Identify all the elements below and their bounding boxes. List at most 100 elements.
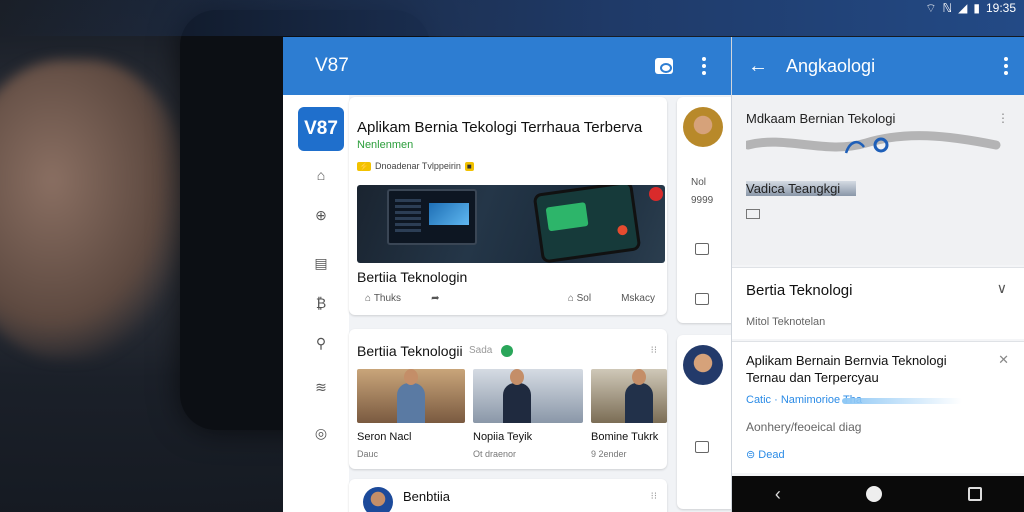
nav-home-icon[interactable] [866, 486, 883, 502]
gallery-item-label: Nopiia Teyik [473, 431, 533, 443]
status-time: 19:35 [985, 1, 1016, 15]
home-icon: ⌂ [316, 167, 326, 183]
verified-icon [501, 345, 513, 357]
gallery-sub: Sada [469, 345, 493, 356]
side-card[interactable]: Nol 9999 [677, 97, 731, 323]
featured-image [357, 185, 665, 263]
chart-icon [695, 293, 709, 305]
close-icon[interactable]: ✕ [998, 352, 1009, 368]
signal-icon: ◢ [958, 1, 968, 15]
read-button[interactable]: ⊜ Dead [746, 448, 785, 461]
globe-icon: ⊕ [315, 207, 327, 223]
featured-actions: ⌂ Thuks ➦ ⌂ Sol Mskacy [365, 293, 655, 304]
nav-recents-icon[interactable] [968, 487, 983, 501]
news-list-panel: V87 V87 ⌂ ⊕ ▤ ₿ ⚲ ≋ ◎ Aplikam Bernia Tek… [283, 37, 731, 512]
gallery-thumb[interactable] [591, 369, 667, 423]
featured-stat-right: Mskacy [621, 293, 655, 304]
detail-app-bar: ← Angkaologi [732, 37, 1024, 95]
detail-section-sub: Mitol Teknotelan [746, 316, 826, 328]
gallery-item-sub: Dauc [357, 449, 379, 459]
rail-home[interactable]: ⌂ [309, 167, 333, 183]
avatar [683, 345, 723, 385]
home-icon [695, 441, 709, 453]
phone-illustration [532, 185, 642, 263]
link-highlight [842, 398, 962, 404]
nav-back-icon[interactable]: ‹ [775, 484, 781, 505]
bitcoin-icon: ₿ [315, 295, 327, 311]
detail-section-title: Mdkaam Bernian Tekologi [746, 111, 896, 126]
nfc-icon: ℕ [942, 1, 953, 15]
search-icon: ⚲ [315, 335, 327, 351]
laptop-illustration [387, 189, 477, 245]
gallery-thumb[interactable] [473, 369, 583, 423]
rail-wifi[interactable]: ≋ [309, 379, 333, 396]
gallery-item-sub: 9 2ender [591, 449, 627, 459]
checkbox-icon[interactable] [746, 209, 760, 219]
document-icon [695, 243, 709, 255]
detail-section-title: Bertia Teknologi [746, 282, 853, 299]
app-bar: V87 [283, 37, 731, 95]
detail-section-sub: Vadica Teangkgi [746, 181, 856, 196]
article-card[interactable]: Benbtiia ⁝⁝ [349, 479, 667, 512]
side-card-text: 9999 [691, 195, 714, 206]
featured-stat-mid: Sol [576, 293, 592, 304]
gallery-title: Bertiia Teknologii [357, 343, 463, 359]
background-top-band [0, 0, 1024, 36]
featured-source: ⚡ Dnoadenar Tvlppeirin ■ [357, 161, 474, 171]
wifi-icon: ⌔ [925, 0, 937, 15]
detail-title: Angkaologi [786, 55, 876, 76]
share-icon[interactable]: ➦ [431, 293, 439, 304]
bookmark-icon[interactable]: ⌂ [568, 293, 577, 304]
rail-calendar[interactable]: ▤ [309, 255, 333, 272]
more-menu-icon[interactable] [693, 55, 715, 77]
gallery-item-label: Seron Nacl [357, 431, 412, 443]
app-title: V87 [315, 55, 349, 76]
gallery-card[interactable]: Bertiia Teknologii Sada ⁝⁝ Seron Nacl Da… [349, 329, 667, 469]
bolt-icon: ⚡ [357, 161, 371, 171]
chat-icon[interactable] [653, 55, 675, 77]
wifi-icon: ≋ [315, 379, 327, 395]
more-menu-icon[interactable] [1004, 57, 1008, 75]
calendar-icon: ▤ [314, 255, 328, 271]
featured-source-label: Dnoadenar Tvlppeirin [374, 161, 461, 171]
grid-more-icon[interactable]: ⁝⁝ [651, 345, 657, 356]
gallery-item-label: Bomine Tukrk [591, 431, 659, 443]
featured-meta: Nenlenmen [357, 139, 414, 151]
avatar [363, 487, 393, 512]
side-card-text: Nol [691, 177, 707, 188]
system-nav-bar: ‹ [732, 476, 1024, 512]
read-button-label: Dead [758, 449, 785, 461]
chevron-down-icon[interactable]: ∨ [997, 280, 1007, 297]
back-arrow-icon[interactable]: ← [748, 55, 768, 78]
gallery-thumb[interactable] [357, 369, 465, 423]
status-bar: ⌔ ℕ ◢ ▮ 19:35 [925, 0, 1016, 16]
scribble-graphic [746, 131, 1001, 154]
detail-panel: ← Angkaologi Mdkaam Bernian Tekologi ⋮ V… [731, 37, 1024, 512]
gallery-item-sub: Ot draenor [473, 449, 517, 459]
rail-globe[interactable]: ⊕ [309, 207, 333, 224]
comment-icon[interactable]: ⌂ [365, 293, 374, 304]
app-logo[interactable]: V87 [298, 107, 344, 151]
detail-section[interactable]: Bertia Teknologi ∨ Mitol Teknotelan [732, 267, 1024, 339]
detail-section-title: Aplikam Bernain Bernvia Teknologi Ternau… [746, 353, 947, 385]
record-icon [649, 187, 663, 201]
rail-location[interactable]: ◎ [309, 425, 333, 442]
battery-icon: ▮ [973, 1, 980, 15]
tag-icon: ■ [464, 161, 474, 171]
featured-article-card[interactable]: Aplikam Bernia Tekologi Terrhaua Terberv… [349, 97, 667, 315]
detail-section[interactable]: Mdkaam Bernian Tekologi ⋮ Vadica Teangkg… [732, 95, 1024, 265]
rail-bitcoin[interactable]: ₿ [309, 295, 333, 311]
detail-section[interactable]: Aplikam Bernain Bernvia Teknologi Ternau… [732, 341, 1024, 473]
featured-stat-left: Thuks [373, 293, 402, 304]
featured-caption: Bertiia Teknologin [357, 269, 468, 285]
grid-more-icon[interactable]: ⁝⁝ [651, 491, 657, 502]
more-icon[interactable]: ⋮ [997, 111, 1009, 125]
rail-search[interactable]: ⚲ [309, 335, 333, 352]
featured-title: Aplikam Bernia Tekologi Terrhaua Terberv… [357, 119, 643, 136]
article-title: Benbtiia [403, 489, 450, 504]
location-icon: ◎ [314, 425, 328, 441]
detail-section-sub: Aonhery/feoeical diag [746, 420, 862, 434]
avatar [683, 107, 723, 147]
hand-photo [0, 60, 190, 360]
side-card[interactable] [677, 335, 731, 509]
